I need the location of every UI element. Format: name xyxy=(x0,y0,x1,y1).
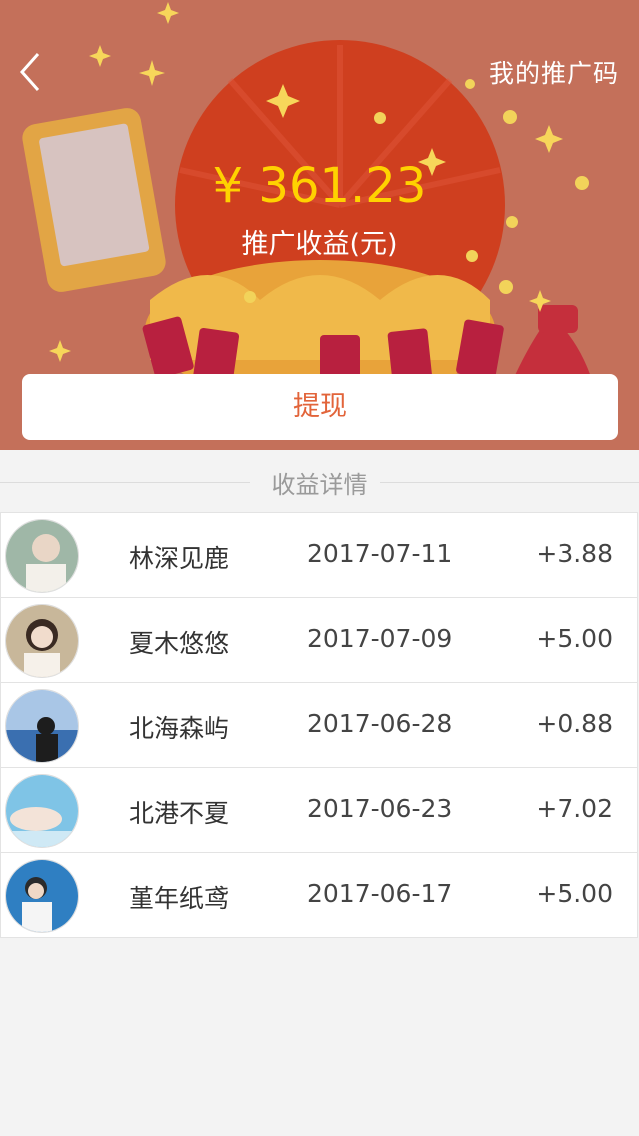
back-button[interactable] xyxy=(14,48,54,96)
record-date: 2017-06-23 xyxy=(307,794,453,823)
record-date: 2017-07-11 xyxy=(307,539,453,568)
record-date: 2017-06-28 xyxy=(307,709,453,738)
avatar xyxy=(5,519,79,593)
earnings-banner: 我的推广码 ¥ 361.23 推广收益(元) 提现 xyxy=(0,0,639,450)
avatar xyxy=(5,774,79,848)
list-item[interactable]: 堇年纸鸢 2017-06-17 +5.00 xyxy=(0,853,638,938)
list-item[interactable]: 北港不夏 2017-06-23 +7.02 xyxy=(0,768,638,853)
user-name: 林深见鹿 xyxy=(129,544,230,573)
record-amount: +0.88 xyxy=(536,709,613,738)
avatar xyxy=(5,859,79,933)
user-name: 堇年纸鸢 xyxy=(129,884,230,913)
list-item[interactable]: 北海森屿 2017-06-28 +0.88 xyxy=(0,683,638,768)
earnings-amount: ¥ 361.23 xyxy=(212,158,427,214)
user-name: 北港不夏 xyxy=(129,799,230,828)
record-date: 2017-06-17 xyxy=(307,879,453,908)
section-header: 收益详情 xyxy=(0,455,639,511)
record-amount: +5.00 xyxy=(536,879,613,908)
list-item[interactable]: 林深见鹿 2017-07-11 +3.88 xyxy=(0,513,638,598)
withdraw-button[interactable]: 提现 xyxy=(22,374,618,440)
record-date: 2017-07-09 xyxy=(307,624,453,653)
user-name: 夏木悠悠 xyxy=(129,629,230,658)
avatar xyxy=(5,604,79,678)
record-amount: +3.88 xyxy=(536,539,613,568)
record-amount: +7.02 xyxy=(536,794,613,823)
user-name: 北海森屿 xyxy=(129,714,230,743)
list-item[interactable]: 夏木悠悠 2017-07-09 +5.00 xyxy=(0,598,638,683)
my-promo-code-link[interactable]: 我的推广码 xyxy=(489,54,619,90)
earnings-label: 推广收益(元) xyxy=(241,229,398,260)
chevron-left-icon xyxy=(19,53,40,91)
earnings-list: 林深见鹿 2017-07-11 +3.88 夏木悠悠 2017-07-09 +5… xyxy=(0,512,638,938)
record-amount: +5.00 xyxy=(536,624,613,653)
avatar xyxy=(5,689,79,763)
divider-right xyxy=(380,482,639,483)
